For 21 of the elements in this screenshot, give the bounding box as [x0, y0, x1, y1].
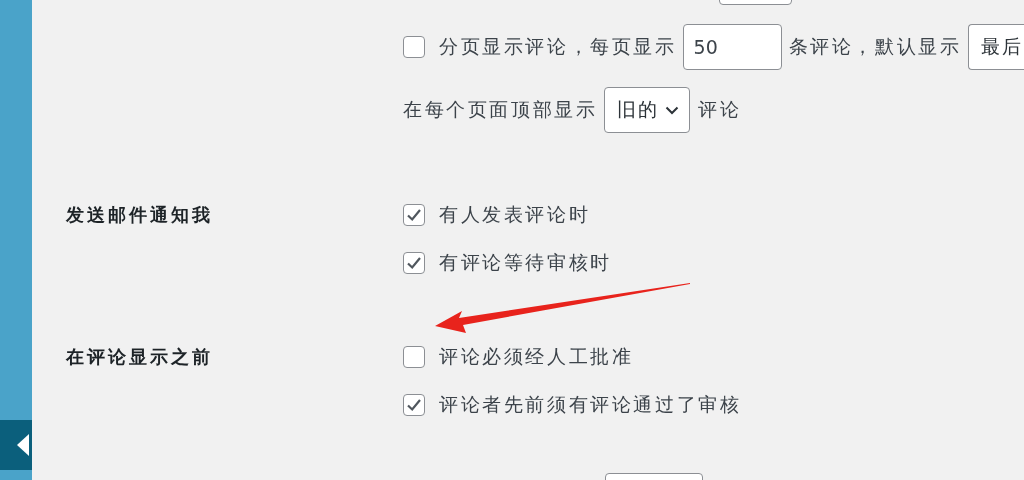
checkbox[interactable]	[403, 394, 425, 416]
setting-label: 发送邮件通知我	[66, 203, 214, 227]
collapse-button[interactable]	[0, 420, 32, 470]
chevron-icon	[665, 105, 680, 115]
number-field[interactable]: 50	[682, 24, 782, 70]
setting-label: 在评论显示之前	[66, 345, 214, 369]
checkbox[interactable]	[403, 252, 425, 274]
checkbox[interactable]	[403, 346, 425, 368]
option-label: 评论	[698, 97, 742, 122]
checkbox[interactable]	[403, 36, 425, 58]
dropdown[interactable]: 最后	[968, 24, 1024, 70]
option-label: 评论者先前须有评论通过了审核	[439, 392, 742, 417]
option-label: 条评论，默认显示	[788, 34, 962, 59]
option-label: 分页显示评论，每页显示	[439, 34, 677, 59]
option-label: 评论必须经人工批准	[439, 344, 634, 369]
option-label: 有评论等待审核时	[439, 250, 612, 275]
option-label: 在每个页面顶部显示	[403, 97, 598, 122]
caret-icon	[17, 434, 29, 456]
dropdown[interactable]: 旧的	[604, 87, 691, 133]
option-label: 有人发表评论时	[439, 202, 591, 227]
checkbox[interactable]	[403, 204, 425, 226]
